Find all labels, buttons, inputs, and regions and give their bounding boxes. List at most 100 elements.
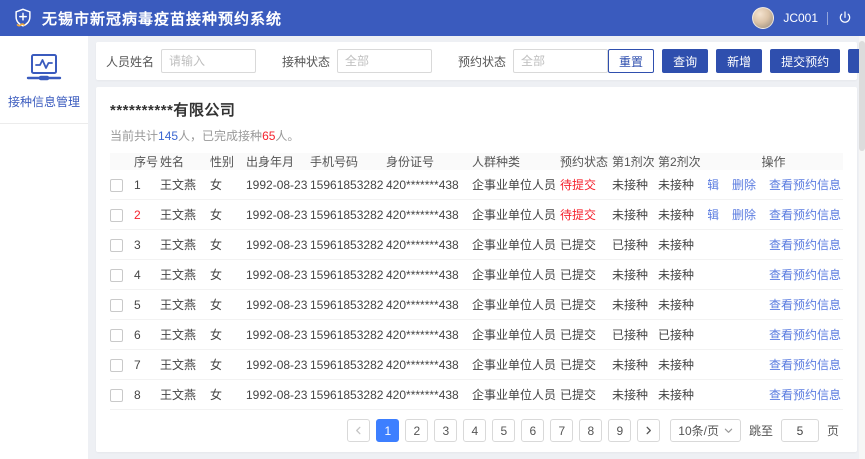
cell-group-type: 企事业单位人员 bbox=[472, 266, 560, 283]
table-row: 7 王文燕 女 1992-08-23 15961853282 420******… bbox=[110, 350, 843, 380]
table-header-row: 序号 姓名 性别 出身年月 手机号码 身份证号 人群种类 预约状态 第1剂次 第… bbox=[110, 153, 843, 170]
table-row: 3 王文燕 女 1992-08-23 15961853282 420******… bbox=[110, 230, 843, 260]
scrollbar[interactable] bbox=[859, 36, 865, 459]
pagination-page-7[interactable]: 7 bbox=[550, 419, 573, 442]
header-birth-date: 出身年月 bbox=[246, 153, 310, 170]
header-dose1: 第1剂次 bbox=[612, 153, 658, 170]
header-gender: 性别 bbox=[210, 153, 246, 170]
cell-dose1-status: 未接种 bbox=[612, 206, 658, 223]
jump-page-input[interactable] bbox=[781, 419, 819, 442]
brand: 无锡市新冠病毒疫苗接种预约系统 bbox=[12, 7, 282, 29]
person-name-input[interactable] bbox=[161, 49, 256, 73]
cell-appointment-status: 待提交 bbox=[560, 176, 612, 193]
pagination-page-9[interactable]: 9 bbox=[608, 419, 631, 442]
table-row: 6 王文燕 女 1992-08-23 15961853282 420******… bbox=[110, 320, 843, 350]
pagination-page-1[interactable]: 1 bbox=[376, 419, 399, 442]
row-checkbox[interactable] bbox=[110, 239, 123, 252]
action-view-appointment[interactable]: 查看预约信息 bbox=[769, 296, 841, 313]
row-checkbox[interactable] bbox=[110, 269, 123, 282]
pagination: 123456789 10条/页跳至 页 bbox=[110, 410, 843, 445]
sidebar-item-label: 接种信息管理 bbox=[4, 93, 84, 110]
cell-id-number: 420*******438 bbox=[386, 328, 472, 342]
action-view-appointment[interactable]: 查看预约信息 bbox=[769, 266, 841, 283]
cell-actions: 编辑删除查看预约信息 bbox=[708, 176, 843, 193]
cell-name: 王文燕 bbox=[160, 176, 210, 193]
cell-dose2-status: 未接种 bbox=[658, 296, 708, 313]
row-checkbox[interactable] bbox=[110, 209, 123, 222]
row-number: 1 bbox=[134, 178, 160, 192]
row-checkbox[interactable] bbox=[110, 359, 123, 372]
row-checkbox[interactable] bbox=[110, 329, 123, 342]
pagination-page-2[interactable]: 2 bbox=[405, 419, 428, 442]
cell-appointment-status: 已提交 bbox=[560, 296, 612, 313]
pagination-next-icon[interactable] bbox=[637, 419, 660, 442]
action-view-appointment[interactable]: 查看预约信息 bbox=[769, 386, 841, 403]
vaccinated-count: 65 bbox=[262, 129, 275, 143]
row-number: 6 bbox=[134, 328, 160, 342]
row-checkbox[interactable] bbox=[110, 299, 123, 312]
filter-buttons: 重置查询新增提交预约导入模板下载 bbox=[608, 49, 865, 73]
submit-appointment-button[interactable]: 提交预约 bbox=[770, 49, 840, 73]
add-button[interactable]: 新增 bbox=[716, 49, 762, 73]
reset-button[interactable]: 重置 bbox=[608, 49, 654, 73]
action-view-appointment[interactable]: 查看预约信息 bbox=[769, 236, 841, 253]
action-view-appointment[interactable]: 查看预约信息 bbox=[769, 206, 841, 223]
cell-phone: 15961853282 bbox=[310, 358, 386, 372]
page-size-select[interactable]: 10条/页 bbox=[670, 419, 741, 442]
summary-suffix: 人。 bbox=[275, 129, 299, 143]
summary-middle: 人，已完成接种 bbox=[178, 129, 262, 143]
row-checkbox[interactable] bbox=[110, 179, 123, 192]
cell-gender: 女 bbox=[210, 296, 246, 313]
cell-gender: 女 bbox=[210, 386, 246, 403]
pagination-prev-icon[interactable] bbox=[347, 419, 370, 442]
row-checkbox[interactable] bbox=[110, 389, 123, 402]
cell-actions: 查看预约信息 bbox=[708, 356, 843, 373]
cell-group-type: 企事业单位人员 bbox=[472, 326, 560, 343]
logout-power-icon[interactable] bbox=[837, 10, 853, 26]
action-delete[interactable]: 删除 bbox=[732, 206, 756, 223]
pagination-page-6[interactable]: 6 bbox=[521, 419, 544, 442]
header-no: 序号 bbox=[134, 153, 160, 170]
action-view-appointment[interactable]: 查看预约信息 bbox=[769, 176, 841, 193]
action-edit[interactable]: 编辑 bbox=[708, 176, 719, 193]
pagination-page-5[interactable]: 5 bbox=[492, 419, 515, 442]
cell-dose2-status: 未接种 bbox=[658, 236, 708, 253]
cell-name: 王文燕 bbox=[160, 206, 210, 223]
cell-birth-date: 1992-08-23 bbox=[246, 178, 310, 192]
filter-field-person-name: 人员姓名 bbox=[106, 49, 256, 73]
pagination-page-3[interactable]: 3 bbox=[434, 419, 457, 442]
table-row: 4 王文燕 女 1992-08-23 15961853282 420******… bbox=[110, 260, 843, 290]
vaccination-status-label: 接种状态 bbox=[282, 53, 330, 70]
action-edit[interactable]: 编辑 bbox=[708, 206, 719, 223]
person-name-label: 人员姓名 bbox=[106, 53, 154, 70]
cell-dose1-status: 未接种 bbox=[612, 176, 658, 193]
query-button[interactable]: 查询 bbox=[662, 49, 708, 73]
pagination-page-8[interactable]: 8 bbox=[579, 419, 602, 442]
cell-id-number: 420*******438 bbox=[386, 388, 472, 402]
scrollbar-thumb[interactable] bbox=[859, 41, 865, 151]
top-header: 无锡市新冠病毒疫苗接种预约系统 JC001 bbox=[0, 0, 865, 36]
user-avatar[interactable] bbox=[752, 7, 774, 29]
cell-actions: 查看预约信息 bbox=[708, 266, 843, 283]
cell-birth-date: 1992-08-23 bbox=[246, 388, 310, 402]
pagination-page-4[interactable]: 4 bbox=[463, 419, 486, 442]
cell-phone: 15961853282 bbox=[310, 328, 386, 342]
summary-line: 当前共计145人，已完成接种65人。 bbox=[110, 127, 843, 144]
jump-to-label: 跳至 bbox=[749, 422, 773, 439]
page-suffix-label: 页 bbox=[827, 422, 839, 439]
chevron-down-icon bbox=[724, 424, 733, 438]
vaccination-status-input[interactable] bbox=[337, 49, 432, 73]
cell-dose1-status: 未接种 bbox=[612, 356, 658, 373]
row-number: 3 bbox=[134, 238, 160, 252]
action-delete[interactable]: 删除 bbox=[732, 176, 756, 193]
action-view-appointment[interactable]: 查看预约信息 bbox=[769, 356, 841, 373]
header-group-type: 人群种类 bbox=[472, 153, 560, 170]
action-view-appointment[interactable]: 查看预约信息 bbox=[769, 326, 841, 343]
appointment-status-input[interactable] bbox=[513, 49, 608, 73]
cell-id-number: 420*******438 bbox=[386, 208, 472, 222]
cell-group-type: 企事业单位人员 bbox=[472, 356, 560, 373]
sidebar-item-vaccination-info[interactable]: 接种信息管理 bbox=[0, 36, 88, 124]
row-number: 7 bbox=[134, 358, 160, 372]
cell-gender: 女 bbox=[210, 236, 246, 253]
cell-appointment-status: 已提交 bbox=[560, 266, 612, 283]
